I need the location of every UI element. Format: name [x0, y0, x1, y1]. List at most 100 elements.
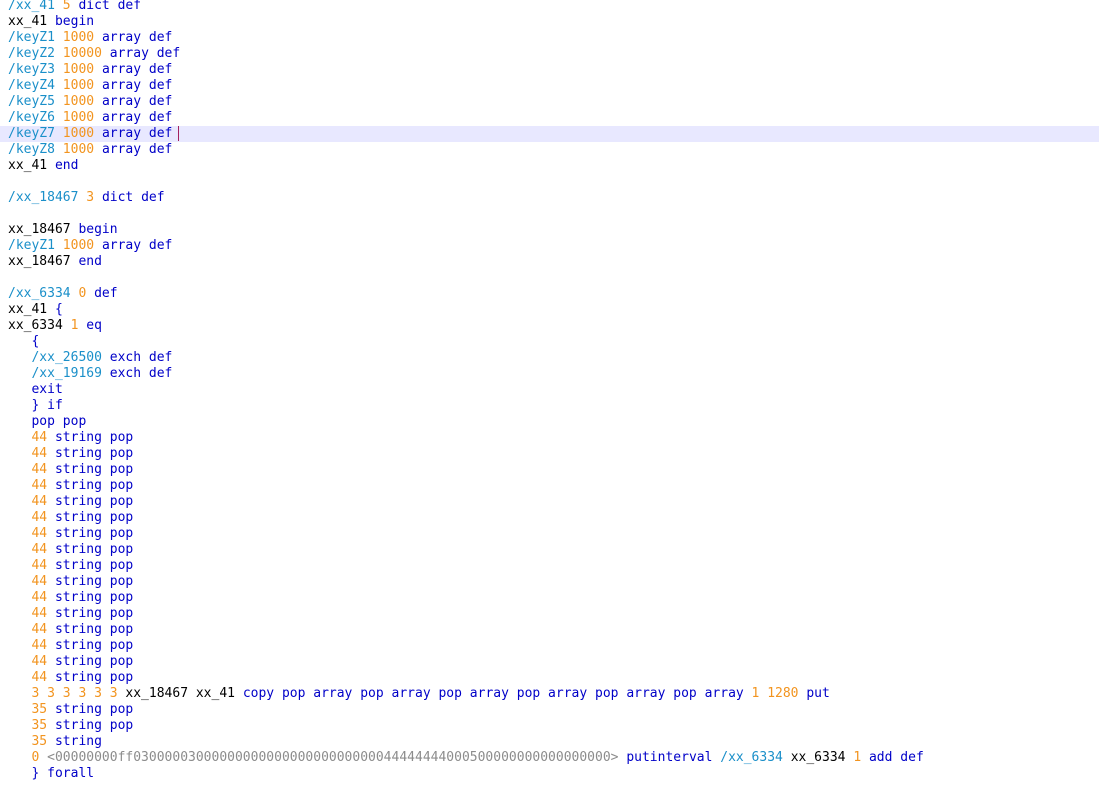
- code-line[interactable]: } if: [0, 398, 1099, 414]
- keyword-token: array def: [109, 46, 181, 61]
- identifier-token: xx_41: [8, 302, 48, 317]
- code-line[interactable]: [0, 270, 1099, 286]
- code-line[interactable]: 44 string pop: [0, 478, 1099, 494]
- code-line[interactable]: xx_41 end: [0, 158, 1099, 174]
- keyword-token: string pop: [54, 494, 134, 509]
- literal-token: /keyZ3: [8, 62, 55, 77]
- keyword-token: string pop: [54, 526, 134, 541]
- identifier-token: xx_18467: [8, 254, 71, 269]
- code-line[interactable]: 44 string pop: [0, 462, 1099, 478]
- code-line[interactable]: xx_6334 1 eq: [0, 318, 1099, 334]
- code-line[interactable]: 44 string pop: [0, 638, 1099, 654]
- keyword-token: string: [54, 734, 102, 749]
- code-line[interactable]: 44 string pop: [0, 430, 1099, 446]
- code-line[interactable]: /keyZ2 10000 array def: [0, 46, 1099, 62]
- code-line[interactable]: xx_18467 end: [0, 254, 1099, 270]
- code-line[interactable]: /keyZ6 1000 array def: [0, 110, 1099, 126]
- code-line[interactable]: 44 string pop: [0, 670, 1099, 686]
- literal-token: /xx_6334: [720, 750, 783, 765]
- number-token: 44: [31, 542, 48, 557]
- code-line[interactable]: 35 string pop: [0, 702, 1099, 718]
- code-line[interactable]: [0, 174, 1099, 190]
- keyword-token: string pop: [54, 622, 134, 637]
- code-line[interactable]: /xx_18467 3 dict def: [0, 190, 1099, 206]
- code-line[interactable]: 44 string pop: [0, 494, 1099, 510]
- keyword-token: string pop: [54, 574, 134, 589]
- number-token: 1000: [62, 238, 95, 253]
- code-line[interactable]: /xx_19169 exch def: [0, 366, 1099, 382]
- code-line[interactable]: /keyZ8 1000 array def: [0, 142, 1099, 158]
- code-line[interactable]: /keyZ5 1000 array def: [0, 94, 1099, 110]
- code-line[interactable]: 44 string pop: [0, 606, 1099, 622]
- code-line[interactable]: 44 string pop: [0, 510, 1099, 526]
- code-line[interactable]: 35 string: [0, 734, 1099, 750]
- keyword-token: array def: [101, 110, 173, 125]
- code-line-current[interactable]: /keyZ7 1000 array def: [0, 126, 1099, 142]
- keyword-token: put: [806, 686, 830, 701]
- code-line[interactable]: pop pop: [0, 414, 1099, 430]
- code-line[interactable]: {: [0, 334, 1099, 350]
- code-line[interactable]: exit: [0, 382, 1099, 398]
- code-line[interactable]: 44 string pop: [0, 446, 1099, 462]
- literal-token: /keyZ5: [8, 94, 55, 109]
- code-editor[interactable]: /xx_41 5 dict def xx_41 begin/keyZ1 1000 …: [0, 0, 1099, 782]
- code-line[interactable]: /keyZ1 1000 array def: [0, 30, 1099, 46]
- literal-token: /xx_26500: [31, 350, 102, 365]
- code-line[interactable]: 3 3 3 3 3 3 xx_18467 xx_41 copy pop arra…: [0, 686, 1099, 702]
- code-line[interactable]: 44 string pop: [0, 590, 1099, 606]
- code-line[interactable]: 44 string pop: [0, 654, 1099, 670]
- number-token: 44: [31, 462, 48, 477]
- code-line[interactable]: 44 string pop: [0, 526, 1099, 542]
- code-line[interactable]: xx_41 begin: [0, 14, 1099, 30]
- code-line[interactable]: xx_18467 begin: [0, 222, 1099, 238]
- number-token: 35: [31, 734, 48, 749]
- code-line[interactable]: 0 <00000000ff030000030000000000000000000…: [0, 750, 1099, 766]
- keyword-token: string pop: [54, 606, 134, 621]
- code-line[interactable]: /keyZ3 1000 array def: [0, 62, 1099, 78]
- code-line[interactable]: xx_41 {: [0, 302, 1099, 318]
- code-line[interactable]: 44 string pop: [0, 542, 1099, 558]
- code-line[interactable]: /xx_6334 0 def: [0, 286, 1099, 302]
- keyword-token: copy pop array pop array pop array pop a…: [242, 686, 744, 701]
- keyword-token: string pop: [54, 702, 134, 717]
- keyword-token: } if: [31, 398, 63, 413]
- number-token: 35: [31, 718, 48, 733]
- code-line[interactable]: /xx_41 5 dict def: [0, 0, 1099, 14]
- code-line[interactable]: 44 string pop: [0, 622, 1099, 638]
- literal-token: /xx_18467: [8, 190, 79, 205]
- literal-token: /xx_19169: [31, 366, 102, 381]
- code-line[interactable]: /xx_26500 exch def: [0, 350, 1099, 366]
- code-line[interactable]: 35 string pop: [0, 718, 1099, 734]
- code-line[interactable]: [0, 206, 1099, 222]
- code-line[interactable]: /keyZ1 1000 array def: [0, 238, 1099, 254]
- code-line[interactable]: /keyZ4 1000 array def: [0, 78, 1099, 94]
- literal-token: /keyZ4: [8, 78, 55, 93]
- code-line[interactable]: } forall: [0, 766, 1099, 782]
- identifier-token: xx_6334: [790, 750, 846, 765]
- keyword-token: exch def: [109, 350, 173, 365]
- code-line[interactable]: 44 string pop: [0, 574, 1099, 590]
- code-line[interactable]: 44 string pop: [0, 558, 1099, 574]
